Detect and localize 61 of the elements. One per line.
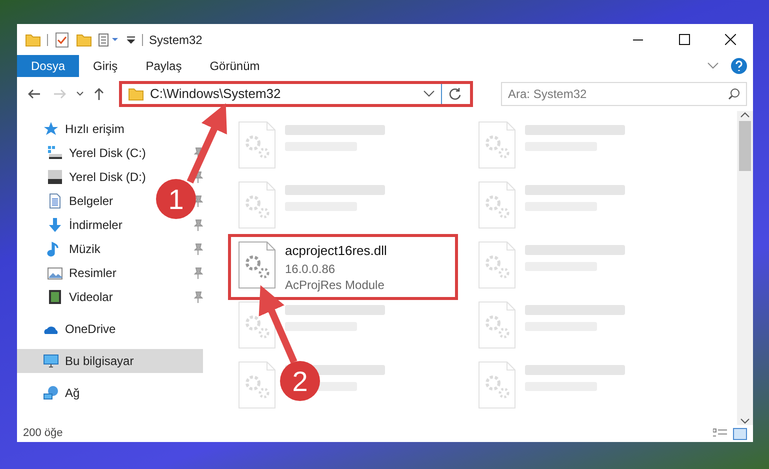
gear-file-icon [237, 121, 277, 169]
gear-file-icon [237, 301, 277, 349]
sidebar-item[interactable]: OneDrive [17, 317, 203, 341]
address-bar[interactable]: C:\Windows\System32 [119, 81, 473, 107]
sidebar-item[interactable]: Hızlı erişim [17, 117, 203, 141]
sidebar-item[interactable]: Ağ [17, 381, 203, 405]
details-view-icon[interactable] [713, 428, 727, 438]
gear-file-icon [477, 361, 517, 409]
computer-icon [43, 353, 59, 369]
gear-file-icon [477, 121, 517, 169]
gear-file-icon [237, 361, 277, 409]
refresh-icon[interactable] [448, 87, 462, 101]
folder-icon[interactable] [25, 32, 41, 48]
pictures-icon [47, 265, 63, 281]
scrollbar-thumb[interactable] [739, 121, 751, 171]
minimize-icon [633, 38, 643, 40]
sidebar-item[interactable]: Videolar [17, 285, 121, 309]
close-icon [724, 34, 736, 45]
help-icon[interactable] [731, 58, 747, 74]
sidebar-item[interactable]: Resimler [17, 261, 124, 285]
scroll-down-icon[interactable] [740, 417, 750, 425]
item-count: 200 öğe [23, 426, 63, 442]
caret-down-icon[interactable] [75, 90, 85, 98]
gear-file-icon [477, 241, 517, 289]
ribbon-tab[interactable]: Dosya [17, 55, 80, 77]
ribbon-tab[interactable]: Görünüm [196, 55, 274, 77]
file-item[interactable]: acproject16res.dll 16.0.0.86 AcProjRes Module [231, 237, 455, 297]
scroll-up-icon[interactable] [740, 111, 750, 119]
blurred-text-bar [285, 322, 357, 331]
drive-icon [47, 169, 63, 185]
search-icon [728, 88, 740, 100]
network-icon [43, 385, 59, 401]
checklist-icon[interactable] [54, 32, 70, 48]
drive-windows-icon [47, 145, 63, 161]
sidebar-item[interactable]: Yerel Disk (D:) [17, 165, 154, 189]
ribbon-tab[interactable]: Paylaş [132, 55, 196, 77]
sidebar-item[interactable]: İndirmeler [17, 213, 130, 237]
chevron-down-icon[interactable] [423, 90, 435, 98]
step-number-badge: 1 [156, 179, 196, 219]
gear-file-icon [477, 181, 517, 229]
sidebar-item[interactable]: Belgeler [17, 189, 122, 213]
sidebar-item[interactable]: Bu bilgisayar [17, 349, 203, 373]
chevron-down-icon[interactable] [707, 62, 719, 70]
document-icon [47, 193, 63, 209]
ribbon-tab[interactable]: Giriş [79, 55, 132, 77]
star-icon [43, 121, 59, 137]
folder-icon[interactable] [76, 32, 92, 48]
gear-file-icon [237, 181, 277, 229]
properties-icon[interactable] [98, 32, 120, 48]
gear-file-icon [237, 241, 277, 289]
tiles-view-icon[interactable] [733, 428, 747, 440]
sidebar-item[interactable]: Müzik [17, 237, 108, 261]
download-icon [47, 217, 63, 233]
gear-file-icon [477, 301, 517, 349]
step-number-badge: 2 [280, 361, 320, 401]
video-icon [47, 289, 63, 305]
search-field[interactable]: Ara: System32 [501, 82, 747, 106]
folder-icon [128, 86, 144, 102]
sidebar-item[interactable]: Yerel Disk (C:) [17, 141, 154, 165]
window-title: System32 [149, 32, 202, 48]
maximize-icon [678, 34, 690, 45]
